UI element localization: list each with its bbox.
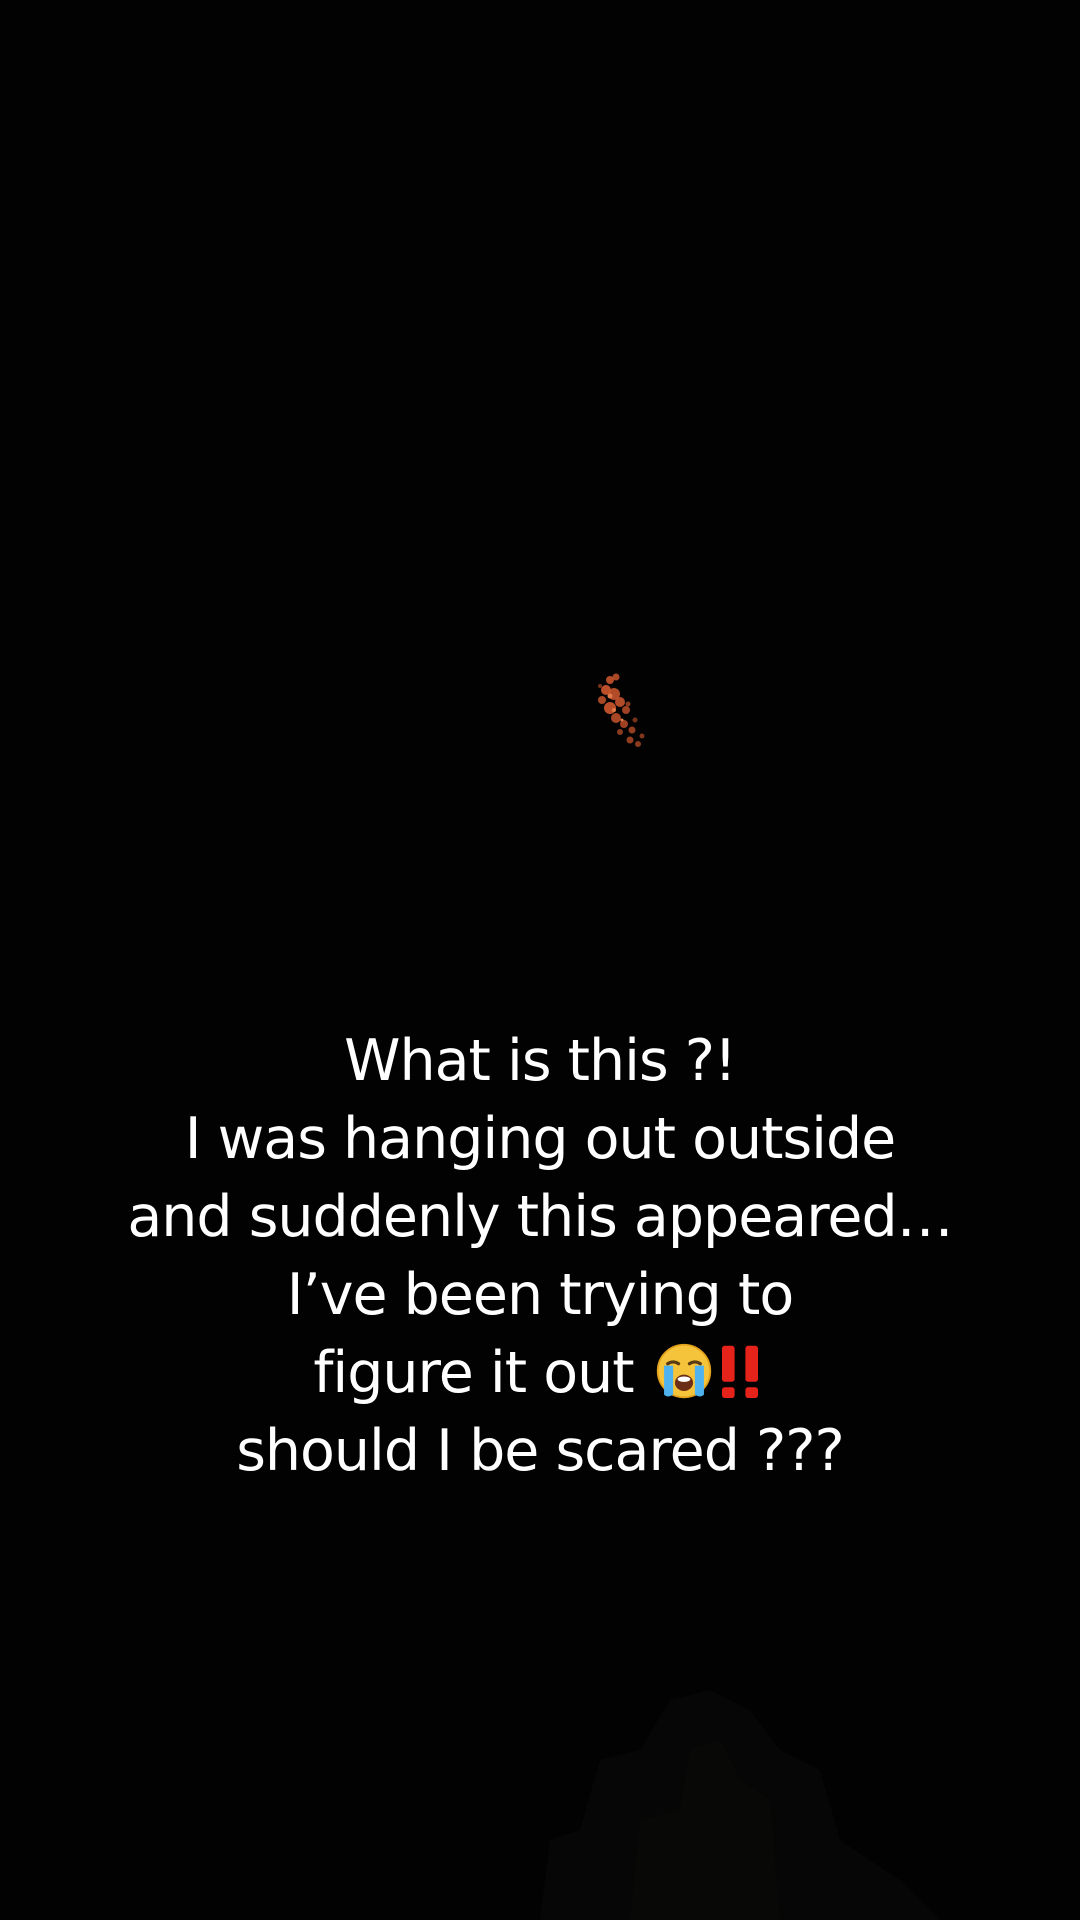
caption-line: and suddenly this appeared… [127, 1184, 953, 1250]
caption-line-with-emoji: figure it out [0, 1334, 1080, 1412]
night-sky-photo: What is this ?! I was hanging out outsid… [0, 0, 1080, 1920]
caption: What is this ?! I was hanging out outsid… [0, 1022, 1080, 1490]
orange-light-object [598, 673, 645, 747]
caption-line: What is this ?! [344, 1028, 737, 1094]
double-exclamation-icon [721, 1345, 758, 1398]
loudly-crying-face-icon [656, 1343, 711, 1399]
caption-line: I’ve been trying to [286, 1262, 794, 1328]
caption-line: should I be scared ??? [236, 1418, 845, 1484]
caption-text: figure it out [313, 1340, 634, 1406]
dark-silhouette [540, 1690, 940, 1920]
caption-line: I was hanging out outside [184, 1106, 897, 1172]
